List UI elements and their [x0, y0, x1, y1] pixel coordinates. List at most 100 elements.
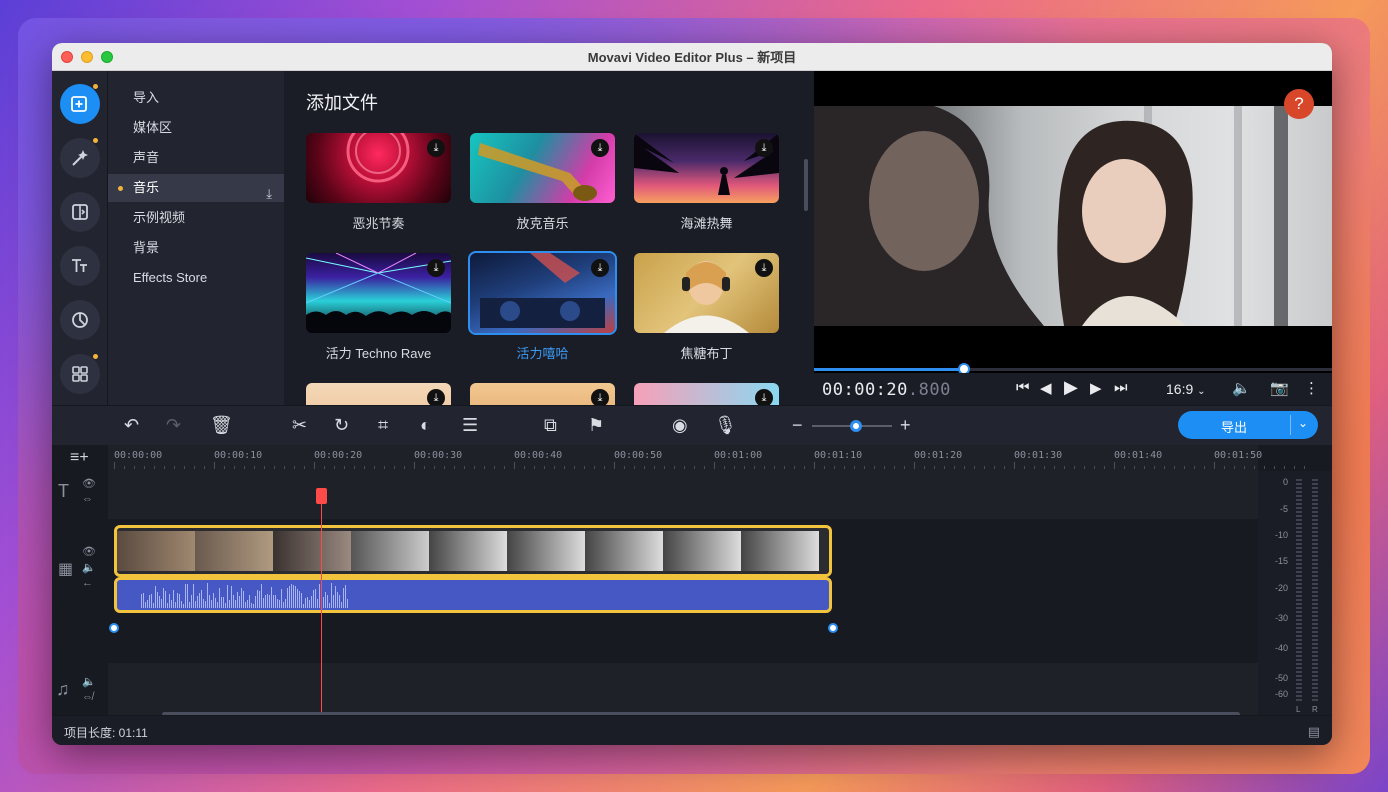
chevron-down-icon[interactable]: ⌄ [1298, 416, 1308, 430]
download-icon[interactable]: ⤓ [755, 259, 773, 277]
editing-toolbar: ↶ ↷ 🗑 ✂ ↻ ⌗ ◐ ☰ ⧉ ⚑ ◉ 🎙 − + 导出 ⌄ [52, 405, 1332, 445]
visibility-eye-icon[interactable]: 👁 [82, 477, 96, 490]
music-tile[interactable]: ⤓ 恶兆节奏 [306, 133, 451, 232]
music-tile[interactable]: ⤓ 放克音乐 [470, 133, 615, 232]
ruler-tick-label: 00:00:20 [314, 450, 363, 461]
ruler-tick [1294, 466, 1295, 469]
download-icon[interactable]: ⤓ [427, 139, 445, 157]
transitions-tool-button[interactable] [60, 192, 100, 232]
mute-speaker-icon[interactable]: 🔈 [82, 675, 96, 688]
snapshot-camera-icon[interactable]: 📷 [1270, 379, 1289, 397]
download-icon[interactable]: ⤓ [591, 139, 609, 157]
music-tile[interactable]: ⤓ [306, 383, 451, 405]
clip-trim-handle-left[interactable] [109, 623, 119, 633]
more-tools-button[interactable] [60, 354, 100, 394]
category-label: 导入 [133, 90, 160, 105]
redo-icon[interactable]: ↷ [166, 415, 181, 436]
play-icon[interactable]: ▶ [1064, 377, 1078, 398]
previous-frame-icon[interactable]: ◀︎ [1040, 379, 1052, 397]
color-adjust-icon[interactable]: ◐ [420, 415, 431, 436]
export-button[interactable]: 导出 ⌄ [1178, 411, 1318, 439]
clip-trim-handle-right[interactable] [828, 623, 838, 633]
microphone-icon[interactable]: 🎙 [714, 415, 737, 436]
waveform-bar [171, 599, 172, 608]
waveform-bar [181, 601, 182, 608]
category-music[interactable]: 音乐 ⤓ [108, 174, 284, 202]
close-window-button[interactable] [61, 51, 73, 63]
title-track[interactable] [108, 469, 1258, 519]
delete-icon[interactable]: 🗑 [210, 415, 233, 436]
waveform-bar [333, 594, 334, 608]
link-off-icon[interactable]: ⇎ [82, 691, 93, 703]
waveform-bar [265, 595, 266, 608]
waveform-bar [317, 599, 318, 608]
skip-to-end-icon[interactable]: ⏭ [1114, 379, 1128, 396]
tile-thumbnail: ⤓ [306, 253, 451, 333]
category-effects-store[interactable]: Effects Store [108, 264, 284, 292]
music-tile[interactable]: ⤓ 焦糖布丁 [634, 253, 779, 362]
minimize-window-button[interactable] [81, 51, 93, 63]
download-icon[interactable]: ⤓ [427, 259, 445, 277]
stickers-tool-button[interactable] [60, 300, 100, 340]
category-backgrounds[interactable]: 背景 [108, 234, 284, 262]
waveform-bar [291, 583, 292, 608]
link-icon[interactable]: ⇔ [82, 493, 93, 505]
preview-player: ? 00:00:20.800 ⏮ ◀︎ ▶ ▶︎ ⏭ 16:9 ⌄ 🔈 📷 ⋮ [814, 71, 1332, 405]
media-scrollbar[interactable] [804, 159, 808, 211]
aspect-ratio-select[interactable]: 16:9 ⌄ [1166, 381, 1206, 397]
detach-audio-icon[interactable]: ← [82, 577, 93, 589]
category-sample-videos[interactable]: 示例视频 [108, 204, 284, 232]
audio-clip[interactable] [114, 577, 832, 613]
category-media-bin[interactable]: 媒体区 [108, 114, 284, 142]
zoom-slider-knob[interactable] [850, 420, 862, 432]
waveform-bar [179, 594, 180, 608]
category-sounds[interactable]: 声音 [108, 144, 284, 172]
download-icon[interactable]: ⤓ [755, 389, 773, 405]
filters-tool-button[interactable] [60, 138, 100, 178]
category-import[interactable]: 导入 [108, 84, 284, 112]
waveform-bar [285, 599, 286, 608]
category-label: 媒体区 [133, 120, 173, 135]
music-tile[interactable]: ⤓ [634, 383, 779, 405]
more-options-icon[interactable]: ⋮ [1304, 379, 1319, 397]
help-button[interactable]: ? [1284, 89, 1314, 119]
visibility-eye-icon[interactable]: 👁 [82, 545, 96, 558]
undo-icon[interactable]: ↶ [124, 415, 139, 436]
music-tile[interactable]: ⤓ 活力嘻哈 [468, 251, 617, 362]
video-clip[interactable] [114, 525, 832, 577]
transition-wizard-icon[interactable]: ⧉ [544, 415, 557, 436]
import-tool-button[interactable] [60, 84, 100, 124]
zoom-window-button[interactable] [101, 51, 113, 63]
zoom-in-icon[interactable]: + [900, 415, 911, 436]
download-icon[interactable]: ⤓ [755, 139, 773, 157]
add-track-icon[interactable]: ≡+ [70, 449, 89, 467]
ruler-tick [614, 462, 615, 469]
split-scissors-icon[interactable]: ✂ [292, 415, 307, 436]
waveform-bar [337, 592, 338, 608]
download-icon[interactable]: ⤓ [427, 389, 445, 405]
music-tile[interactable]: ⤓ [470, 383, 615, 405]
waveform-bar [163, 587, 164, 608]
timecode-main: 00:00:20 [822, 380, 908, 400]
meter-toggle-icon[interactable]: ▤ [1308, 724, 1320, 740]
volume-icon[interactable]: 🔈 [1232, 379, 1251, 397]
time-ruler[interactable]: 00:00:00 00:00:10 00:00:20 00:00:30 00:00:40… [108, 445, 1305, 469]
webcam-record-icon[interactable]: ◉ [672, 415, 688, 436]
crop-icon[interactable]: ⌗ [378, 415, 388, 436]
meter-db-label: -60 [1274, 689, 1288, 699]
mute-speaker-icon[interactable]: 🔈 [82, 561, 96, 574]
ruler-tick-label: 00:00:50 [614, 450, 663, 461]
music-tile[interactable]: ⤓ 海滩热舞 [634, 133, 779, 232]
music-tile[interactable]: ⤓ 活力 Techno Rave [306, 253, 451, 362]
next-frame-icon[interactable]: ▶︎ [1090, 379, 1102, 397]
download-icon[interactable]: ⤓ [591, 259, 609, 277]
settings-sliders-icon[interactable]: ☰ [462, 415, 478, 436]
zoom-out-icon[interactable]: − [792, 415, 803, 436]
rotate-icon[interactable]: ↻ [334, 415, 349, 436]
meter-db-label: -30 [1274, 613, 1288, 623]
new-badge-dot [93, 84, 98, 89]
titles-tool-button[interactable] [60, 246, 100, 286]
marker-flag-icon[interactable]: ⚑ [588, 415, 604, 436]
skip-to-start-icon[interactable]: ⏮ [1016, 379, 1030, 396]
download-icon[interactable]: ⤓ [591, 389, 609, 405]
